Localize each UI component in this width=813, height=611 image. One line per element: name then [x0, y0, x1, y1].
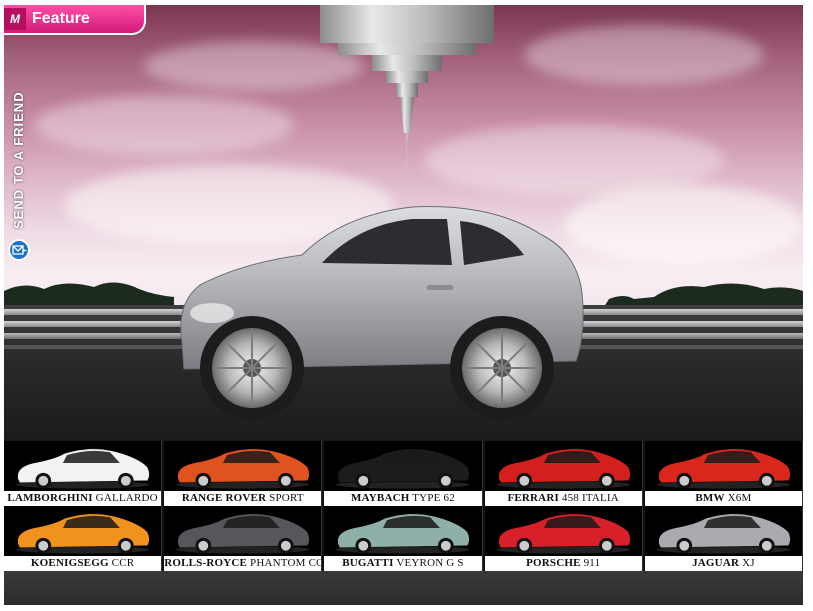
car-name-label: ROLLS-ROYCE PHANTOM COUPÉ [164, 556, 322, 571]
car-thumbnail-grid: LAMBORGHINI GALLARDO RANGE ROVER SPORT MAY… [4, 441, 803, 571]
car-make: LAMBORGHINI [7, 492, 93, 504]
car-thumbnail[interactable]: LAMBORGHINI GALLARDO [4, 441, 163, 506]
car-image [656, 513, 791, 554]
car-image [15, 448, 150, 489]
car-model: CCR [111, 557, 135, 569]
car-model: SPORT [269, 492, 304, 504]
car-model: 911 [583, 557, 601, 569]
nozzle-illustration [320, 5, 494, 140]
hero-car [180, 206, 584, 420]
car-make: FERRARI [507, 492, 559, 504]
car-name-label: FERRARI 458 ITALIA [484, 491, 642, 506]
car-image [336, 448, 471, 489]
car-model: PHANTOM COUPÉ [250, 557, 321, 569]
car-model: VEYRON G S [396, 557, 464, 569]
car-image [175, 448, 310, 489]
car-make: ROLLS-ROYCE [164, 557, 248, 569]
car-image [336, 513, 471, 554]
car-make: BUGATTI [342, 557, 394, 569]
brand-logo: M [4, 8, 26, 30]
car-thumbnail[interactable]: JAGUAR XJ [644, 506, 803, 571]
car-make: PORSCHE [526, 557, 581, 569]
car-model: TYPE 62 [412, 492, 455, 504]
feature-frame: M Feature SEND TO A FRIEND LAMBORGHINI G… [4, 5, 803, 605]
car-image [15, 513, 150, 554]
car-thumbnail[interactable]: FERRARI 458 ITALIA [484, 441, 643, 506]
car-name-label: RANGE ROVER SPORT [164, 491, 322, 506]
car-thumbnail[interactable]: PORSCHE 911 [484, 506, 643, 571]
car-name-label: BMW X6M [644, 491, 802, 506]
car-model: XJ [742, 557, 755, 569]
car-make: JAGUAR [692, 557, 740, 569]
car-name-label: JAGUAR XJ [644, 556, 802, 571]
car-name-label: MAYBACH TYPE 62 [324, 491, 482, 506]
mail-icon [8, 239, 30, 261]
car-thumbnail[interactable]: MAYBACH TYPE 62 [324, 441, 483, 506]
car-image [496, 513, 631, 554]
car-model: GALLARDO [95, 492, 158, 504]
car-thumbnail[interactable]: BUGATTI VEYRON G S [324, 506, 483, 571]
car-thumbnail[interactable]: ROLLS-ROYCE PHANTOM COUPÉ [164, 506, 323, 571]
send-to-friend-label: SEND TO A FRIEND [11, 91, 26, 229]
send-to-friend-link[interactable]: SEND TO A FRIEND [8, 61, 30, 271]
car-model: 458 ITALIA [561, 492, 619, 504]
car-thumbnail[interactable]: KOENIGSEGG CCR [4, 506, 163, 571]
car-name-label: LAMBORGHINI GALLARDO [4, 491, 162, 506]
car-image [656, 448, 791, 489]
car-make: MAYBACH [351, 492, 410, 504]
car-make: KOENIGSEGG [30, 557, 109, 569]
car-make: RANGE ROVER [181, 492, 267, 504]
car-thumbnail[interactable]: RANGE ROVER SPORT [164, 441, 323, 506]
feature-label: Feature [32, 10, 90, 27]
car-model: X6M [727, 492, 752, 504]
car-make: BMW [695, 492, 725, 504]
feature-tab[interactable]: M Feature [4, 5, 146, 35]
car-thumbnail[interactable]: BMW X6M [644, 441, 803, 506]
car-name-label: BUGATTI VEYRON G S [324, 556, 482, 571]
car-name-label: PORSCHE 911 [484, 556, 642, 571]
bottom-bar [4, 571, 803, 605]
hero-scene: M Feature SEND TO A FRIEND [4, 5, 803, 441]
car-image [175, 513, 310, 554]
car-image [496, 448, 631, 489]
car-name-label: KOENIGSEGG CCR [4, 556, 162, 571]
